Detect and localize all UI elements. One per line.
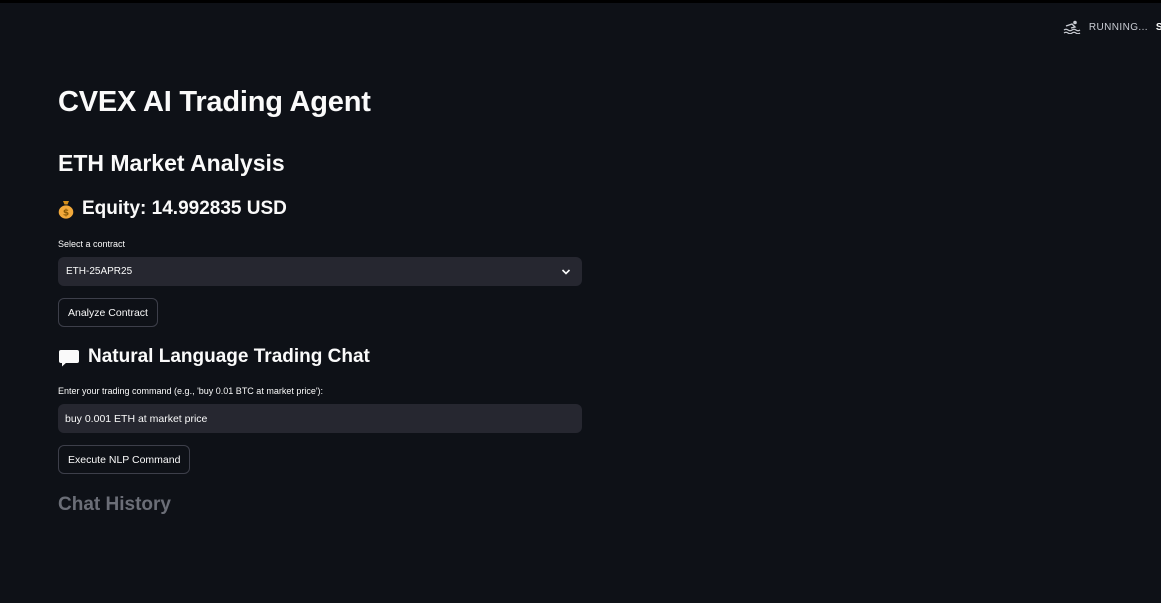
chat-history-heading: Chat History [58, 494, 171, 515]
top-border [0, 0, 1161, 3]
contract-select-value: ETH-25APR25 [66, 266, 133, 277]
status-widget: RUNNING... S [1063, 17, 1161, 37]
analyze-contract-button[interactable]: Analyze Contract [58, 298, 158, 327]
chat-heading: Natural Language Trading Chat [58, 346, 370, 368]
nlp-command-value: buy 0.001 ETH at market price [65, 412, 208, 425]
execute-nlp-button[interactable]: Execute NLP Command [58, 445, 191, 474]
swimmer-icon [1063, 20, 1081, 34]
contract-select-label: Select a contract [58, 239, 126, 249]
svg-text:$: $ [63, 209, 69, 219]
running-status: RUNNING... [1088, 21, 1148, 33]
money-bag-icon: $ [58, 200, 74, 219]
chat-heading-text: Natural Language Trading Chat [88, 346, 370, 367]
speech-bubble-icon [58, 349, 80, 366]
contract-select[interactable]: ETH-25APR25 [58, 257, 582, 286]
equity-heading: $ Equity: 14.992835 USD [58, 198, 287, 220]
nlp-input-label: Enter your trading command (e.g., 'buy 0… [58, 386, 324, 396]
chevron-down-icon [560, 266, 572, 278]
equity-text: Equity: 14.992835 USD [82, 198, 287, 219]
nlp-command-input[interactable]: buy 0.001 ETH at market price [58, 404, 582, 433]
stop-button-partial[interactable]: S [1156, 22, 1161, 33]
page-title: CVEX AI Trading Agent [58, 86, 371, 118]
page-subtitle: ETH Market Analysis [58, 150, 285, 176]
